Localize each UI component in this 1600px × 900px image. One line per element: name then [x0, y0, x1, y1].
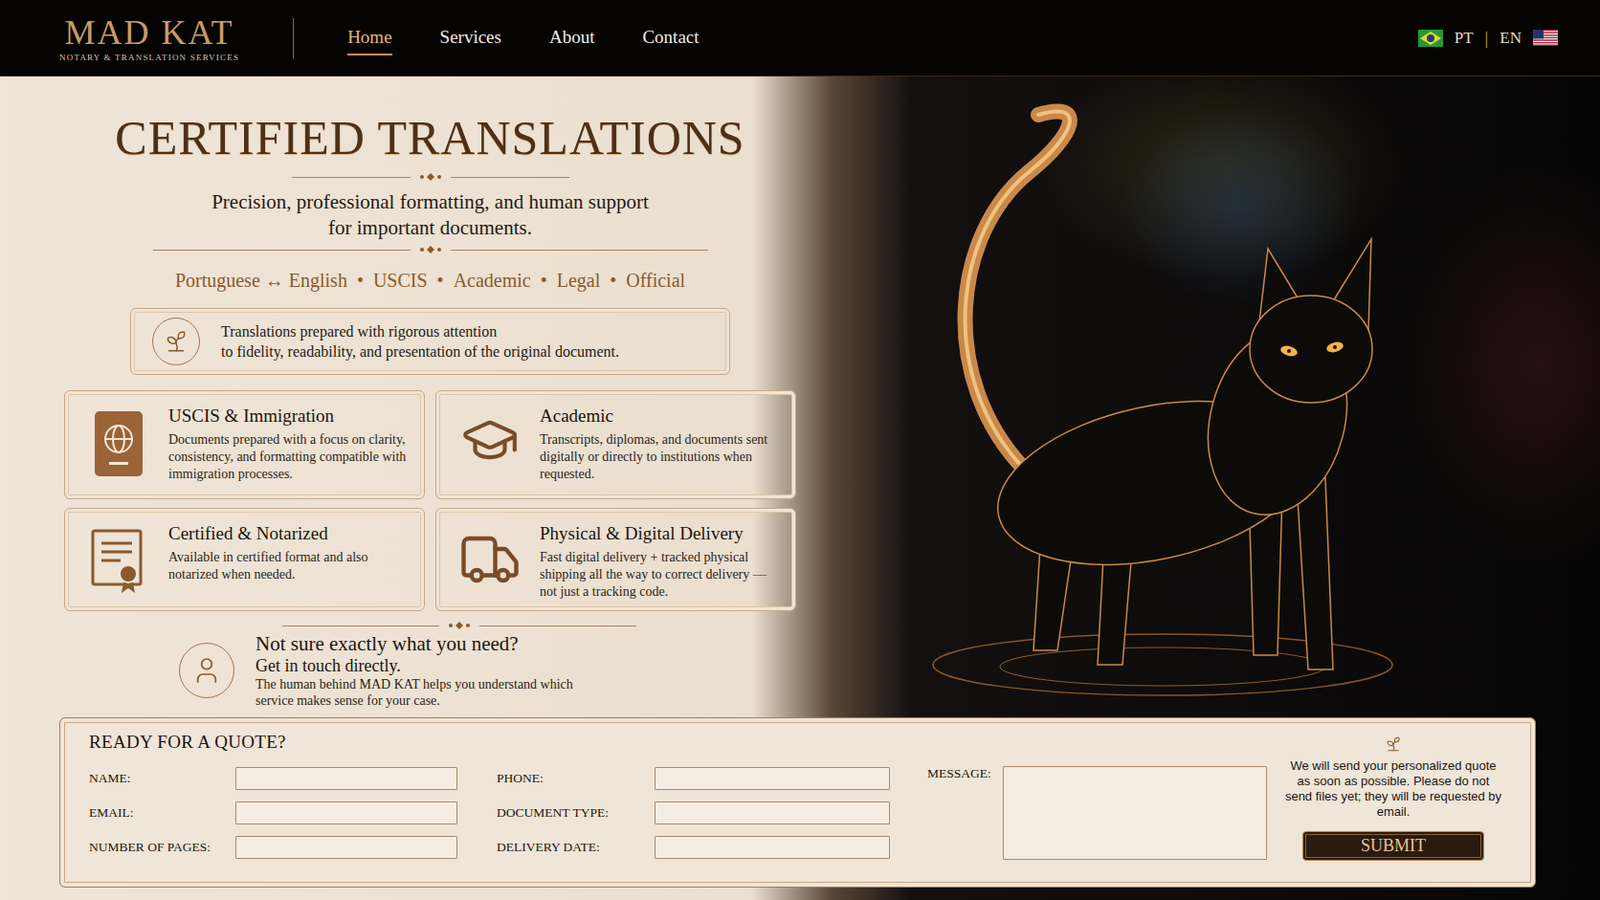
card-description: Transcripts, diplomas, and documents sen…: [539, 431, 782, 484]
ornament-divider: [153, 244, 709, 255]
hero-content: CERTIFIED TRANSLATIONS Precision, profess…: [0, 76, 847, 718]
usa-flag-icon: [1533, 29, 1558, 47]
service-card[interactable]: Academic Transcripts, diplomas, and docum…: [435, 390, 797, 500]
note-text: We will send your personalized quote as …: [1283, 758, 1504, 821]
hero: CERTIFIED TRANSLATIONS Precision, profess…: [0, 76, 1600, 718]
intro-text: Translations prepared with rigorous atte…: [221, 321, 620, 362]
service-tag: Academic: [453, 267, 532, 293]
form-field: NUMBER OF PAGES:: [88, 835, 458, 861]
truck-icon: [458, 528, 522, 592]
ornament-icon: [444, 621, 474, 631]
form-field: NAME:: [88, 766, 458, 792]
nav-links: Home Services About Contact: [347, 21, 699, 56]
hero-subtitle: Precision, professional formatting, and …: [211, 189, 649, 242]
text-input[interactable]: [235, 836, 458, 860]
page: MAD KATNOTARY & TRANSLATION SERVICES Home…: [0, 0, 1600, 900]
field-label: DOCUMENT TYPE:: [496, 805, 655, 822]
sprout-icon: [163, 329, 189, 355]
text-input[interactable]: [654, 767, 890, 791]
contact-subtitle: Get in touch directly.: [255, 655, 581, 677]
language-option[interactable]: PT: [1418, 28, 1474, 48]
service-tag: Official: [625, 267, 686, 293]
card-title: Certified & Notarized: [168, 522, 411, 546]
language-switcher: PT | EN: [1418, 27, 1558, 49]
nav-link[interactable]: About: [549, 21, 596, 56]
service-tag: USCIS: [373, 267, 428, 293]
passport-icon: [93, 410, 144, 478]
ornament-icon: [416, 172, 445, 182]
service-tag: Legal: [556, 267, 601, 293]
form-field: DELIVERY DATE:: [496, 835, 890, 861]
logo[interactable]: MAD KATNOTARY & TRANSLATION SERVICES: [59, 14, 240, 63]
service-card[interactable]: Certified & Notarized Available in certif…: [64, 508, 425, 612]
text-input[interactable]: [654, 801, 890, 825]
top-nav: MAD KATNOTARY & TRANSLATION SERVICES Home…: [0, 0, 1600, 77]
quote-note: We will send your personalized quote as …: [1283, 732, 1504, 876]
ornament-divider: [291, 172, 570, 182]
service-tags: Portuguese ↔ English • USCIS • Academic • Lega…: [175, 267, 686, 293]
hero-title: CERTIFIED TRANSLATIONS: [114, 109, 745, 167]
contact-hint: Not sure exactly what you need?Get in to…: [64, 632, 797, 710]
form-field: DOCUMENT TYPE:: [496, 800, 890, 826]
service-card[interactable]: USCIS & Immigration Documents prepared wi…: [64, 390, 425, 500]
language-separator: |: [1485, 27, 1489, 49]
card-description: Documents prepared with a focus on clari…: [168, 431, 411, 484]
service-cards: USCIS & Immigration Documents prepared wi…: [64, 390, 797, 612]
field-label: MESSAGE:: [927, 766, 1003, 782]
submit-button[interactable]: SUBMIT: [1302, 831, 1485, 862]
nav-divider: [292, 18, 294, 59]
card-description: Fast digital delivery + tracked physical…: [539, 549, 782, 601]
user-icon: [191, 655, 223, 687]
tag-separator: •: [609, 267, 617, 293]
language-option[interactable]: EN: [1499, 28, 1558, 48]
form-field: EMAIL:: [88, 800, 458, 826]
brazil-flag-icon: [1418, 29, 1444, 47]
ornament-divider: [282, 621, 637, 631]
field-label: PHONE:: [496, 771, 655, 787]
message-field: MESSAGE:: [927, 766, 1267, 861]
text-input[interactable]: [235, 767, 458, 791]
sprout-icon-circle: [152, 317, 200, 366]
ornament-icon: [416, 244, 445, 255]
intro-box: Translations prepared with rigorous atte…: [130, 308, 731, 376]
contact-description: The human behind MAD KAT helps you under…: [255, 676, 581, 710]
nav-link[interactable]: Home: [347, 21, 392, 56]
main: CERTIFIED TRANSLATIONS Precision, profess…: [0, 76, 1600, 900]
nav-link[interactable]: Contact: [642, 21, 699, 56]
form-field: PHONE:: [496, 766, 890, 792]
logo-text: MAD KAT: [65, 14, 235, 51]
field-label: EMAIL:: [88, 805, 236, 822]
logo-tagline: NOTARY & TRANSLATION SERVICES: [59, 52, 240, 63]
form-title: READY FOR A QUOTE?: [88, 732, 1267, 754]
field-label: NUMBER OF PAGES:: [88, 840, 236, 856]
service-tag: Portuguese ↔ English: [175, 267, 348, 293]
field-label: NAME:: [88, 771, 236, 787]
nav-link[interactable]: Services: [440, 21, 502, 56]
tag-separator: •: [540, 267, 548, 293]
text-input[interactable]: [235, 801, 458, 825]
user-icon-circle: [178, 643, 235, 699]
field-label: DELIVERY DATE:: [496, 840, 655, 856]
graduation-cap-icon: [460, 410, 520, 470]
hero-art: [846, 76, 1600, 718]
certificate-icon: [89, 528, 148, 596]
message-input[interactable]: [1002, 766, 1267, 861]
form-fields: NAME: EMAIL: NUMBER OF PAGES: PHONE: DOCUMEN…: [88, 766, 890, 861]
card-title: USCIS & Immigration: [168, 404, 411, 428]
card-title: Physical & Digital Delivery: [539, 522, 782, 546]
cat-illustration: [846, 90, 1600, 704]
card-title: Academic: [539, 404, 782, 428]
quote-form: READY FOR A QUOTE? NAME: EMAIL: NUMBER OF P…: [59, 717, 1536, 889]
tag-separator: •: [356, 267, 364, 293]
card-description: Available in certified format and also n…: [168, 549, 411, 584]
tag-separator: •: [437, 267, 445, 293]
ornament-icon: [1384, 735, 1402, 754]
contact-title: Not sure exactly what you need?: [255, 632, 581, 656]
text-input[interactable]: [654, 836, 890, 860]
service-card[interactable]: Physical & Digital Delivery Fast digital …: [435, 508, 797, 612]
